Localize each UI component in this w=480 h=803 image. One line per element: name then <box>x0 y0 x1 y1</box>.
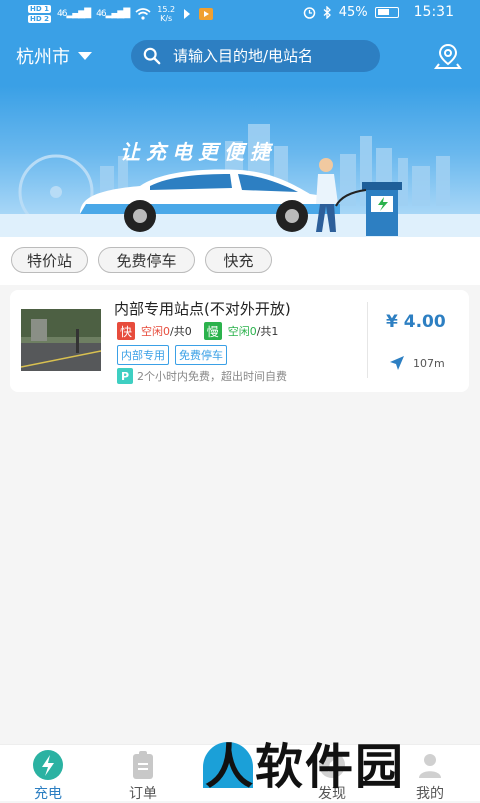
filter-fast-charge[interactable]: 快充 <box>205 247 272 273</box>
promo-banner[interactable]: 让充电更便捷 <box>0 86 480 237</box>
play-notify-icon <box>199 8 214 20</box>
charger-availability: 快 空闲0 /共0 慢 空闲0 /共1 <box>117 322 278 340</box>
clock: 15:31 <box>413 4 454 20</box>
filter-bar: 特价站 免费停车 快充 <box>0 237 480 285</box>
parking-info: P 2个小时内免费，超出时间自费 <box>117 368 287 384</box>
navigate-button[interactable]: 107m <box>389 355 445 371</box>
signal-icon-2: 46▂▄▆█ <box>96 9 130 19</box>
nav-orders[interactable]: 订单 <box>113 749 173 803</box>
tag-free-parking: 免费停车 <box>175 345 227 365</box>
station-price: ¥ 4.00 <box>386 312 446 332</box>
fast-total-count: /共0 <box>170 325 192 338</box>
nav-profile[interactable]: 我的 <box>400 749 460 803</box>
battery-percent: 45% <box>338 4 368 20</box>
profile-icon <box>419 754 441 778</box>
slow-free-count: 空闲0 <box>227 325 257 338</box>
parking-icon: P <box>117 368 133 384</box>
bluetooth-icon <box>323 5 331 19</box>
alarm-icon <box>303 6 315 19</box>
station-card[interactable]: 内部专用站点(不对外开放) 快 空闲0 /共0 慢 空闲0 /共1 内部专用 免… <box>10 290 469 392</box>
slow-charger-badge: 慢 <box>203 322 222 340</box>
station-tags: 内部专用 免费停车 <box>117 345 227 365</box>
search-input[interactable] <box>171 46 375 66</box>
tag-internal-only: 内部专用 <box>117 345 169 365</box>
bolt-icon <box>33 750 63 780</box>
status-bar: HD 1 HD 2 46▂▄▆█ 46▂▄▆█ 15.2 K/s 45% 15:31 <box>0 0 480 28</box>
app-header: 杭州市 <box>0 28 480 86</box>
wifi-icon <box>135 8 151 20</box>
fast-free-count: 空闲0 <box>141 325 170 338</box>
sim-indicator: HD 1 HD 2 <box>28 5 51 23</box>
city-selector[interactable]: 杭州市 <box>16 43 92 69</box>
fast-charger-badge: 快 <box>117 322 135 340</box>
station-distance: 107m <box>413 356 445 370</box>
search-bar[interactable] <box>131 40 380 72</box>
navigation-arrow-icon <box>390 356 404 370</box>
city-label: 杭州市 <box>16 47 70 68</box>
map-location-icon[interactable] <box>434 42 462 70</box>
station-name: 内部专用站点(不对外开放) <box>114 300 291 318</box>
parking-note: 2个小时内免费，超出时间自费 <box>137 370 287 383</box>
signal-icon-1: 46▂▄▆█ <box>56 9 91 19</box>
station-photo <box>21 309 101 371</box>
banner-slogan: 让充电更便捷 <box>120 140 276 164</box>
app-notify-icon <box>184 9 191 19</box>
chevron-down-icon <box>78 52 92 60</box>
slow-total-count: /共1 <box>256 325 279 338</box>
nav-charge[interactable]: 充电 <box>18 749 78 803</box>
filter-free-parking[interactable]: 免费停车 <box>98 247 195 273</box>
battery-icon <box>374 6 399 18</box>
watermark-text: 人软件园 <box>205 739 406 795</box>
net-speed: 15.2 K/s <box>157 5 176 23</box>
search-icon <box>143 47 161 65</box>
order-icon <box>133 751 153 779</box>
card-divider <box>367 302 368 378</box>
filter-special-price[interactable]: 特价站 <box>11 247 88 273</box>
